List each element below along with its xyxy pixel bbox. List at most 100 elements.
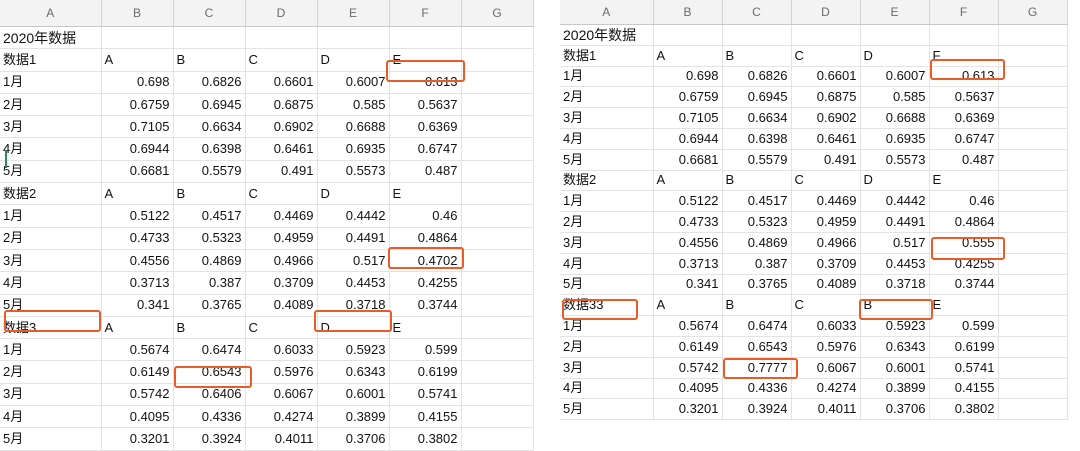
cell-g13[interactable] xyxy=(461,271,534,295)
cell-c10[interactable]: 0.4517 xyxy=(173,204,246,228)
cell-e6[interactable]: 0.6688 xyxy=(860,107,930,129)
cell-a15[interactable]: 数据33 xyxy=(560,294,654,317)
cell-b11[interactable]: 0.4733 xyxy=(101,227,174,250)
cell-c17[interactable]: 0.6543 xyxy=(173,360,246,384)
cell-c10[interactable]: 0.4517 xyxy=(722,190,792,213)
cell-d9[interactable]: C xyxy=(791,170,861,192)
cell-b7[interactable]: 0.6944 xyxy=(101,137,174,161)
cell-c14[interactable]: 0.3765 xyxy=(173,294,246,317)
column-header-d[interactable]: D xyxy=(245,0,318,27)
cell-e11[interactable]: 0.4491 xyxy=(317,227,390,250)
cell-c13[interactable]: 0.387 xyxy=(722,253,792,275)
cell-e15[interactable]: D xyxy=(317,316,390,340)
cell-b15[interactable]: A xyxy=(653,294,723,317)
cell-b7[interactable]: 0.6944 xyxy=(653,128,723,150)
cell-e20[interactable]: 0.3706 xyxy=(860,398,930,421)
cell-c5[interactable]: 0.6945 xyxy=(173,93,246,117)
column-header-g[interactable]: G xyxy=(998,0,1068,25)
cell-f16[interactable]: 0.599 xyxy=(929,315,999,337)
cell-e16[interactable]: 0.5923 xyxy=(317,338,390,362)
cell-b15[interactable]: A xyxy=(101,316,174,340)
cell-d9[interactable]: C xyxy=(245,182,318,206)
cell-a5[interactable]: 2月 xyxy=(560,86,654,109)
cell-g16[interactable] xyxy=(461,338,534,362)
cell-d20[interactable]: 0.4011 xyxy=(791,398,861,421)
cell-f17[interactable]: 0.6199 xyxy=(389,360,462,384)
cell-c14[interactable]: 0.3765 xyxy=(722,274,792,296)
cell-f10[interactable]: 0.46 xyxy=(389,204,462,228)
cell-d12[interactable]: 0.4966 xyxy=(791,232,861,254)
cell-d3[interactable]: C xyxy=(245,48,318,72)
cell-c2[interactable] xyxy=(173,26,246,50)
cell-e16[interactable]: 0.5923 xyxy=(860,315,930,337)
cell-a10[interactable]: 1月 xyxy=(0,204,102,228)
cell-d8[interactable]: 0.491 xyxy=(791,149,861,171)
cell-g7[interactable] xyxy=(998,128,1068,150)
cell-g20[interactable] xyxy=(998,398,1068,421)
column-header-e[interactable]: E xyxy=(860,0,930,25)
cell-f7[interactable]: 0.6747 xyxy=(389,137,462,161)
cell-a20[interactable]: 5月 xyxy=(560,398,654,421)
column-header-a[interactable]: A xyxy=(560,0,654,25)
cell-a2[interactable]: 2020年数据 xyxy=(0,26,102,50)
cell-c12[interactable]: 0.4869 xyxy=(722,232,792,254)
cell-b5[interactable]: 0.6759 xyxy=(101,93,174,117)
cell-e7[interactable]: 0.6935 xyxy=(317,137,390,161)
cell-d15[interactable]: C xyxy=(245,316,318,340)
cell-a8[interactable]: 5月 xyxy=(560,149,654,171)
cell-f3[interactable]: E xyxy=(389,48,462,72)
cell-c7[interactable]: 0.6398 xyxy=(173,137,246,161)
column-header-f[interactable]: F xyxy=(389,0,462,27)
cell-c7[interactable]: 0.6398 xyxy=(722,128,792,150)
cell-g16[interactable] xyxy=(998,315,1068,337)
cell-e19[interactable]: 0.3899 xyxy=(317,405,390,429)
cell-f13[interactable]: 0.4255 xyxy=(389,271,462,295)
cell-a18[interactable]: 3月 xyxy=(0,383,102,407)
cell-e14[interactable]: 0.3718 xyxy=(860,274,930,296)
cell-c12[interactable]: 0.4869 xyxy=(173,249,246,273)
cell-c11[interactable]: 0.5323 xyxy=(173,227,246,250)
cell-g11[interactable] xyxy=(998,211,1068,233)
cell-g19[interactable] xyxy=(998,378,1068,400)
cell-d13[interactable]: 0.3709 xyxy=(791,253,861,275)
cell-c18[interactable]: 0.7777 xyxy=(722,357,792,379)
cell-a7[interactable]: 4月 xyxy=(0,137,102,161)
cell-e11[interactable]: 0.4491 xyxy=(860,211,930,233)
cell-e4[interactable]: 0.6007 xyxy=(317,71,390,94)
cell-d11[interactable]: 0.4959 xyxy=(245,227,318,250)
cell-a5[interactable]: 2月 xyxy=(0,93,102,117)
cell-f14[interactable]: 0.3744 xyxy=(389,294,462,317)
cell-e8[interactable]: 0.5573 xyxy=(860,149,930,171)
cell-d18[interactable]: 0.6067 xyxy=(245,383,318,407)
cell-g7[interactable] xyxy=(461,137,534,161)
cell-c8[interactable]: 0.5579 xyxy=(722,149,792,171)
cell-c3[interactable]: B xyxy=(722,45,792,67)
cell-a11[interactable]: 2月 xyxy=(560,211,654,233)
cell-b14[interactable]: 0.341 xyxy=(101,294,174,317)
cell-e14[interactable]: 0.3718 xyxy=(317,294,390,317)
cell-f7[interactable]: 0.6747 xyxy=(929,128,999,150)
cell-f2[interactable] xyxy=(389,26,462,50)
cell-e12[interactable]: 0.517 xyxy=(860,232,930,254)
cell-f5[interactable]: 0.5637 xyxy=(929,86,999,109)
cell-d7[interactable]: 0.6461 xyxy=(791,128,861,150)
cell-a9[interactable]: 数据2 xyxy=(560,170,654,192)
cell-d13[interactable]: 0.3709 xyxy=(245,271,318,295)
column-header-b[interactable]: B xyxy=(101,0,174,27)
column-header-g[interactable]: G xyxy=(461,0,534,27)
cell-d19[interactable]: 0.4274 xyxy=(791,378,861,400)
column-header-b[interactable]: B xyxy=(653,0,723,25)
cell-c16[interactable]: 0.6474 xyxy=(722,315,792,337)
cell-c15[interactable]: B xyxy=(173,316,246,340)
cell-f8[interactable]: 0.487 xyxy=(389,160,462,184)
cell-a17[interactable]: 2月 xyxy=(560,336,654,358)
cell-e2[interactable] xyxy=(860,24,930,46)
cell-a14[interactable]: 5月 xyxy=(0,294,102,317)
cell-d6[interactable]: 0.6902 xyxy=(791,107,861,129)
cell-b19[interactable]: 0.4095 xyxy=(101,405,174,429)
cell-e17[interactable]: 0.6343 xyxy=(317,360,390,384)
cell-c4[interactable]: 0.6826 xyxy=(173,71,246,94)
cell-c13[interactable]: 0.387 xyxy=(173,271,246,295)
cell-a18[interactable]: 3月 xyxy=(560,357,654,379)
cell-d12[interactable]: 0.4966 xyxy=(245,249,318,273)
